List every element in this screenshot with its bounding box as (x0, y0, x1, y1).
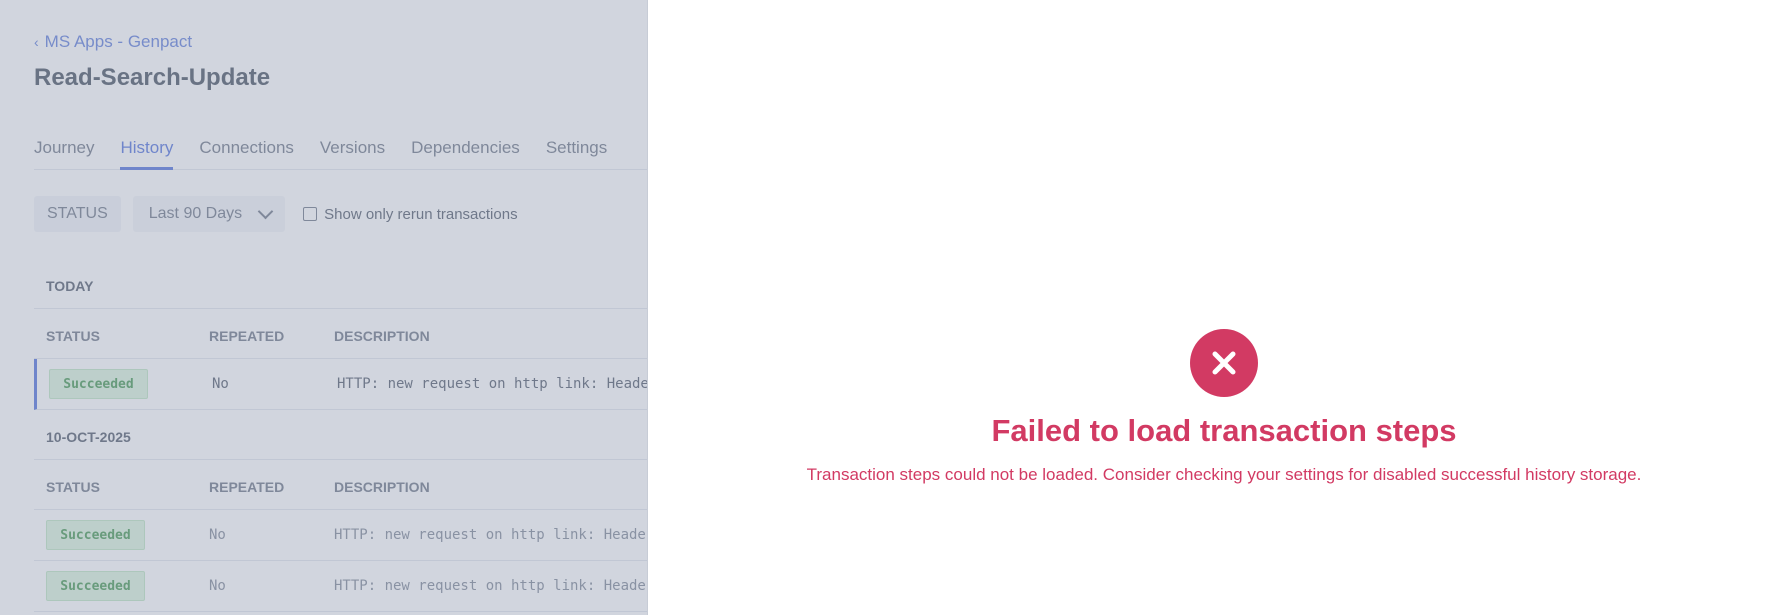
breadcrumb-back-link[interactable]: ‹ MS Apps - Genpact (34, 32, 192, 52)
tab-versions[interactable]: Versions (320, 122, 385, 170)
column-repeated: REPEATED (209, 479, 285, 495)
tab-dependencies[interactable]: Dependencies (411, 122, 520, 170)
table-header: STATUS REPEATED DESCRIPTION (34, 460, 648, 510)
description-cell: HTTP: new request on http link: Headers (334, 578, 648, 594)
column-repeated: REPEATED (209, 328, 285, 344)
table-header: STATUS REPEATED DESCRIPTION (34, 309, 648, 359)
status-badge: Succeeded (46, 571, 145, 601)
chevron-down-icon (257, 203, 274, 219)
tab-connections[interactable]: Connections (199, 122, 294, 170)
status-badge: Succeeded (49, 369, 148, 399)
tab-history[interactable]: History (120, 122, 174, 170)
error-message: Transaction steps could not be loaded. C… (806, 465, 1642, 484)
column-status: STATUS (46, 479, 100, 495)
repeated-cell: No (209, 578, 226, 594)
breadcrumb-label: MS Apps - Genpact (44, 32, 193, 51)
repeated-cell: No (212, 376, 229, 392)
status-filter-button[interactable]: STATUS (34, 196, 121, 232)
column-description: DESCRIPTION (334, 328, 430, 344)
group-header-today: TODAY (34, 259, 648, 309)
repeated-cell: No (209, 527, 226, 543)
tab-journey[interactable]: Journey (34, 122, 94, 170)
group-header-date: 10-OCT-2025 (34, 410, 648, 460)
date-range-select[interactable]: Last 90 Days (132, 196, 286, 232)
description-cell: HTTP: new request on http link: Headers (334, 527, 648, 543)
column-description: DESCRIPTION (334, 479, 430, 495)
table-row[interactable]: Succeeded No HTTP: new request on http l… (34, 561, 648, 612)
description-cell: HTTP: new request on http link: Headers (337, 376, 648, 392)
tab-bar: Journey History Connections Versions Dep… (34, 122, 648, 170)
column-status: STATUS (46, 328, 100, 344)
table-row[interactable]: Succeeded No HTTP: new request on http l… (34, 510, 648, 561)
history-panel: ‹ MS Apps - Genpact Read-Search-Update J… (0, 0, 648, 615)
rerun-checkbox[interactable] (303, 207, 318, 221)
rerun-checkbox-label: Show only rerun transactions (324, 205, 518, 223)
page-title: Read-Search-Update (34, 64, 271, 91)
rerun-filter[interactable]: Show only rerun transactions (303, 205, 518, 223)
status-badge: Succeeded (46, 520, 145, 550)
error-title: Failed to load transaction steps (991, 413, 1457, 448)
chevron-left-icon: ‹ (34, 34, 39, 50)
tab-settings[interactable]: Settings (546, 122, 607, 170)
error-close-icon (1190, 329, 1258, 397)
filter-bar: STATUS Last 90 Days Show only rerun tran… (34, 196, 518, 232)
transaction-steps-panel: Failed to load transaction steps Transac… (648, 0, 1781, 615)
date-range-value: Last 90 Days (148, 205, 243, 222)
table-row[interactable]: Succeeded No HTTP: new request on http l… (34, 359, 648, 410)
